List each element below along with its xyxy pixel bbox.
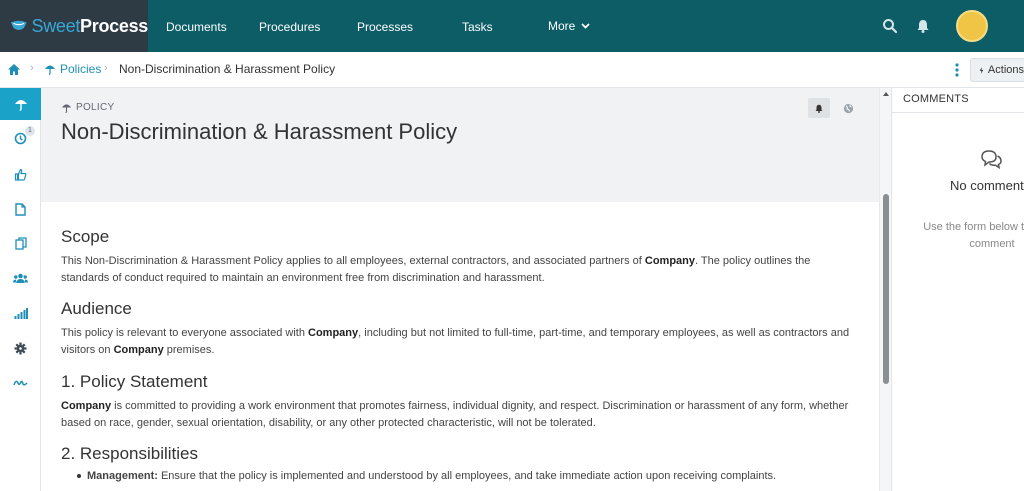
- bullet-dot: [77, 474, 81, 478]
- umbrella-icon: [45, 65, 55, 75]
- document-kind-text: POLICY: [76, 102, 115, 113]
- breadcrumb-separator-icon: ›: [30, 62, 34, 74]
- audience-paragraph: This policy is relevant to everyone asso…: [61, 327, 850, 356]
- signal-bars-icon: [14, 307, 28, 319]
- more-options-kebab-icon[interactable]: [952, 61, 962, 79]
- users-icon: [13, 273, 28, 283]
- bell-icon: [815, 104, 823, 113]
- document-title: Non-Discrimination & Harassment Policy: [61, 119, 458, 144]
- rail-policy-button[interactable]: [0, 88, 41, 120]
- umbrella-icon: [14, 99, 27, 111]
- scrollbar-thumb[interactable]: [883, 194, 889, 384]
- no-comments-text: No comments: [950, 178, 1024, 193]
- policy-statement-paragraph: Company is committed to providing a work…: [61, 400, 849, 429]
- actions-button[interactable]: Actions: [970, 58, 1024, 82]
- search-icon[interactable]: [882, 18, 898, 34]
- document-icon: [15, 202, 26, 216]
- history-count-badge: 1: [25, 126, 35, 136]
- subscribe-bell-button[interactable]: [808, 98, 830, 118]
- actions-label: Actions: [987, 64, 1024, 76]
- home-icon[interactable]: [7, 63, 21, 76]
- nav-more-label: More: [548, 19, 576, 33]
- umbrella-icon: [61, 103, 72, 113]
- rail-settings-button[interactable]: [0, 332, 41, 364]
- rail-versions-button[interactable]: [0, 227, 41, 259]
- responsibilities-heading: 2. Responsibilities: [61, 444, 199, 463]
- nav-documents[interactable]: Documents: [166, 0, 227, 52]
- audience-heading: Audience: [61, 299, 132, 318]
- chevron-down-icon: [581, 23, 590, 29]
- nav-tasks[interactable]: Tasks: [462, 0, 493, 52]
- nav-more-menu[interactable]: More: [548, 0, 590, 52]
- rail-reports-button[interactable]: [0, 297, 41, 329]
- scroll-up-arrow-icon[interactable]: [882, 90, 890, 98]
- nav-procedures[interactable]: Procedures: [259, 0, 320, 52]
- gear-icon: [14, 342, 27, 354]
- globe-icon: [843, 103, 853, 113]
- logo-cup-icon: [10, 20, 27, 30]
- thumbs-up-icon: [14, 168, 27, 181]
- breadcrumb-separator-icon: ›: [104, 62, 108, 74]
- top-navigation-bar: SweetProcess Documents Procedures Proces…: [0, 0, 1024, 52]
- lightning-bolt-icon: [979, 66, 984, 74]
- left-icon-rail: 1: [0, 88, 41, 491]
- logo-text-process: Process: [80, 15, 148, 36]
- breadcrumb-current-page: Non-Discrimination & Harassment Policy: [119, 62, 336, 76]
- rail-document-button[interactable]: [0, 193, 41, 225]
- sweetprocess-logo[interactable]: SweetProcess: [0, 0, 148, 52]
- scope-paragraph: This Non-Discrimination & Harassment Pol…: [61, 255, 811, 284]
- breadcrumb-policies-label: Policies: [60, 62, 102, 76]
- rail-signoff-button[interactable]: [0, 367, 41, 399]
- divider: [892, 112, 1024, 113]
- signature-icon: [13, 380, 28, 386]
- copy-icon: [14, 236, 27, 250]
- user-avatar[interactable]: [956, 10, 988, 42]
- share-globe-button[interactable]: [837, 98, 859, 118]
- breadcrumb-policies-link[interactable]: Policies: [44, 62, 101, 76]
- list-item: Management: Ensure that the policy is im…: [77, 470, 776, 482]
- comments-hint-text: Use the form below to add a comment: [923, 221, 1024, 250]
- nav-processes[interactable]: Processes: [357, 0, 413, 52]
- comments-panel: COMMENTS No comments Use the form below …: [891, 88, 1024, 491]
- notifications-bell-icon[interactable]: [915, 18, 931, 34]
- policy-statement-heading: 1. Policy Statement: [61, 372, 208, 391]
- content-scrollbar[interactable]: [879, 88, 891, 491]
- rail-history-button[interactable]: 1: [0, 122, 41, 154]
- rail-approvals-button[interactable]: [0, 158, 41, 190]
- comments-title: COMMENTS: [903, 93, 969, 105]
- document-kind-label: POLICY: [61, 102, 114, 113]
- scope-heading: Scope: [61, 227, 110, 246]
- rail-team-button[interactable]: [0, 262, 41, 294]
- document-body: Scope This Non-Discrimination & Harassme…: [41, 202, 879, 491]
- logo-text-sweet: Sweet: [31, 15, 81, 36]
- breadcrumb-bar: › Policies › Non-Discrimination & Harass…: [0, 52, 1024, 88]
- comments-bubble-icon: [981, 150, 1002, 170]
- document-header: POLICY Non-Discrimination & Harassment P…: [41, 88, 879, 202]
